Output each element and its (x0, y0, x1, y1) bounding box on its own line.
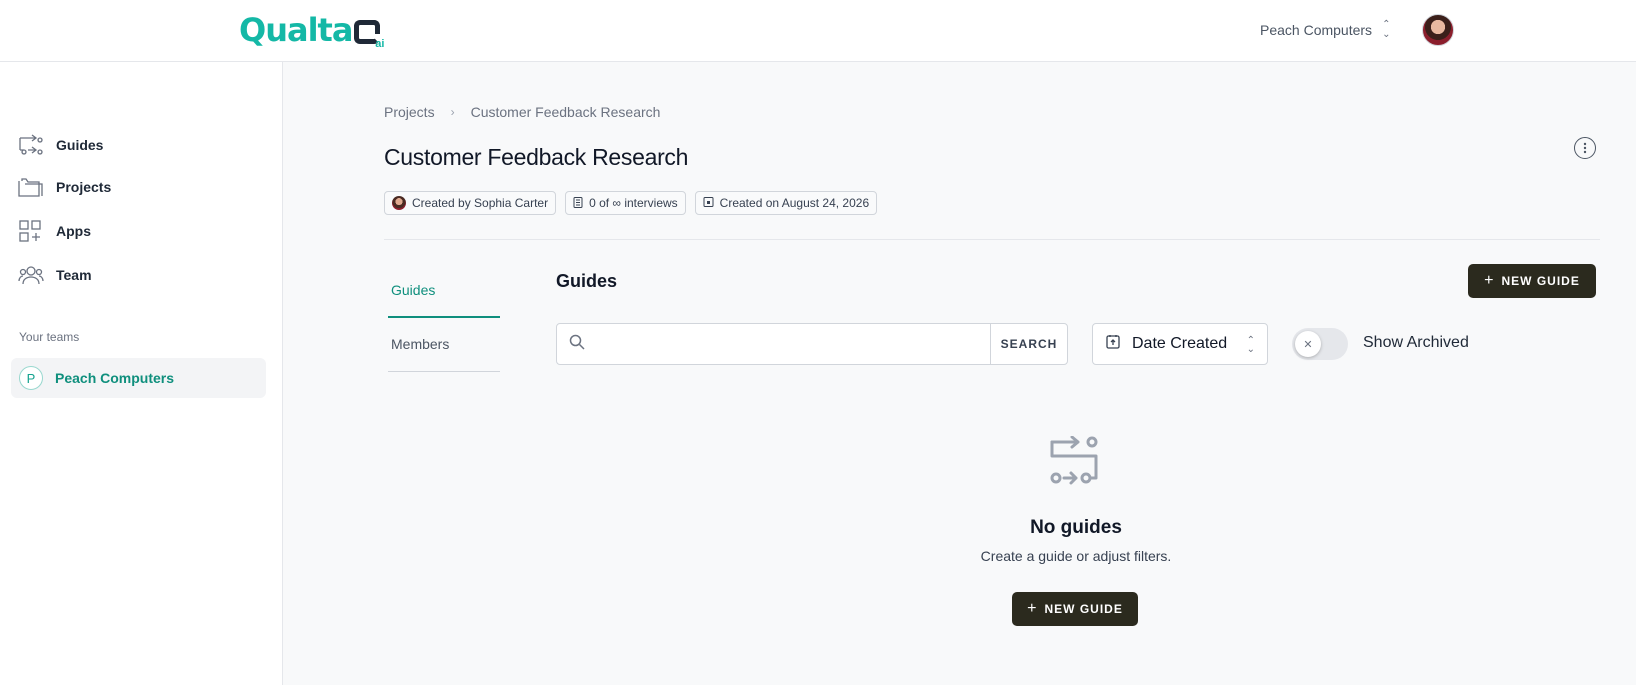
logo-text: Qualta (239, 11, 353, 49)
new-guide-label: NEW GUIDE (1044, 602, 1123, 616)
search-bar: SEARCH (556, 323, 1068, 365)
plus-icon: + (1027, 600, 1037, 617)
breadcrumb: Projects › Customer Feedback Research (384, 104, 660, 120)
sort-value: Date Created (1132, 335, 1228, 352)
folder-icon (18, 176, 44, 198)
search-icon (569, 334, 585, 355)
user-avatar[interactable] (1422, 14, 1454, 46)
created-by-chip: Created by Sophia Carter (384, 191, 557, 215)
sidebar-item-label: Apps (56, 223, 91, 239)
creator-avatar (392, 196, 406, 210)
tab-label: Members (391, 336, 450, 352)
project-meta-chips: Created by Sophia Carter 0 of ∞ intervie… (384, 191, 878, 215)
empty-state-description: Create a guide or adjust filters. (980, 548, 1172, 564)
header-divider (384, 239, 1600, 240)
org-name: Peach Computers (1260, 22, 1373, 38)
sidebar-item-label: Team (56, 267, 92, 283)
plus-icon: + (1484, 272, 1494, 289)
sidebar-item-projects[interactable]: Projects (18, 176, 111, 198)
sidebar-item-team[interactable]: Team (18, 264, 92, 286)
created-by-text: Created by Sophia Carter (412, 196, 549, 210)
show-archived-toggle[interactable]: ✕ (1292, 328, 1348, 360)
guides-icon (18, 134, 44, 156)
breadcrumb-separator: › (450, 105, 455, 119)
chevron-updown-icon: ⌃ ⌄ (1246, 335, 1255, 355)
guides-empty-icon (1048, 435, 1104, 491)
empty-state-title: No guides (1030, 517, 1122, 538)
sidebar-team-peach-computers[interactable]: P Peach Computers (11, 358, 266, 398)
sidebar-item-apps[interactable]: Apps (18, 220, 91, 242)
search-input[interactable] (593, 336, 990, 352)
qualta-logo[interactable]: Qualta ai (239, 11, 385, 50)
sidebar-item-label: Projects (56, 179, 112, 195)
section-title: Guides (556, 271, 618, 291)
teams-section-label: Your teams (19, 330, 80, 344)
breadcrumb-current: Customer Feedback Research (470, 104, 661, 120)
tab-members[interactable]: Members (388, 336, 500, 372)
logo-mark-icon: ai (354, 18, 385, 50)
show-archived-label: Show Archived (1363, 334, 1469, 351)
team-icon (18, 264, 44, 286)
new-guide-button[interactable]: + NEW GUIDE (1468, 264, 1596, 298)
page-title: Customer Feedback Research (384, 144, 689, 170)
sidebar: Guides Projects Apps Team Your teams P P… (0, 62, 283, 685)
apps-grid-icon (18, 220, 44, 242)
search-button[interactable]: SEARCH (990, 324, 1067, 364)
breadcrumb-projects-link[interactable]: Projects (384, 104, 435, 120)
interviews-text: 0 of ∞ interviews (589, 196, 678, 210)
clipboard-icon (573, 196, 583, 211)
created-on-chip: Created on August 24, 2026 (694, 191, 878, 215)
logo-suffix: ai (375, 38, 385, 50)
calendar-upload-icon (1106, 334, 1120, 354)
org-switcher[interactable]: Peach Computers ⌃ ⌄ (1260, 20, 1390, 40)
sort-select[interactable]: Date Created ⌃ ⌄ (1092, 323, 1268, 365)
top-bar: Qualta ai Peach Computers ⌃ ⌄ (0, 0, 1636, 62)
tab-label: Guides (391, 282, 436, 298)
tab-guides[interactable]: Guides (388, 282, 500, 318)
team-name: Peach Computers (55, 370, 175, 386)
chevron-updown-icon: ⌃ ⌄ (1382, 19, 1391, 40)
close-icon: ✕ (1295, 331, 1321, 357)
sidebar-item-label: Guides (56, 137, 104, 153)
new-guide-label: NEW GUIDE (1501, 274, 1580, 288)
calendar-icon (703, 196, 714, 210)
created-on-text: Created on August 24, 2026 (719, 196, 870, 210)
search-field (557, 324, 990, 364)
interviews-chip: 0 of ∞ interviews (565, 191, 686, 215)
more-options-icon[interactable] (1574, 137, 1596, 159)
team-badge: P (19, 366, 43, 390)
sidebar-item-guides[interactable]: Guides (18, 134, 103, 156)
empty-new-guide-button[interactable]: + NEW GUIDE (1012, 592, 1138, 626)
